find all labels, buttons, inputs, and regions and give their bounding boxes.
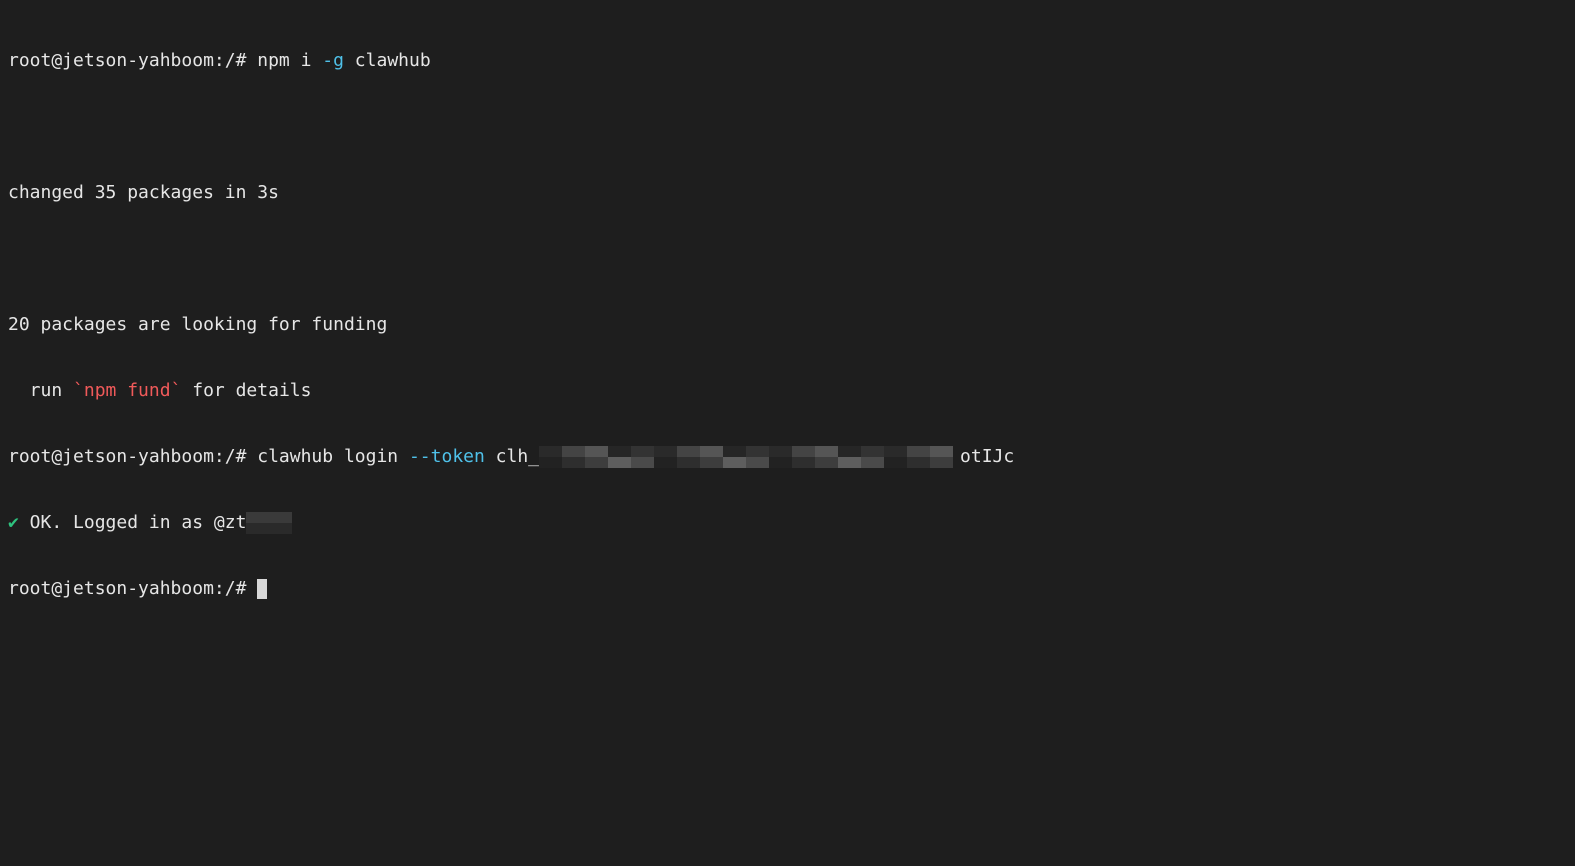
output-text: OK. Logged in as @zt — [18, 512, 247, 533]
mosaic-cell — [884, 446, 908, 457]
shell-prompt: root@jetson-yahboom:/# — [8, 50, 258, 71]
mosaic-cell — [815, 457, 839, 468]
command-text: npm i — [257, 50, 323, 71]
mosaic-cell — [269, 512, 293, 523]
shell-prompt: root@jetson-yahboom:/# — [8, 578, 258, 599]
output-text: changed 35 packages in 3s — [8, 182, 279, 203]
mosaic-cell — [907, 446, 931, 457]
command-text: clawhub login — [257, 446, 409, 467]
command-flag: -g — [322, 50, 344, 71]
mosaic-cell — [585, 457, 609, 468]
mosaic-cell — [700, 457, 724, 468]
mosaic-cell — [608, 446, 632, 457]
terminal-line-5: 20 packages are looking for funding — [8, 314, 1575, 336]
mosaic-cell — [769, 446, 793, 457]
command-arg: clawhub — [343, 50, 431, 71]
mosaic-cell — [930, 457, 954, 468]
redacted-token-mosaic — [539, 446, 960, 468]
mosaic-cell — [723, 457, 747, 468]
token-suffix: otIJc — [960, 446, 1015, 467]
mosaic-cell — [907, 457, 931, 468]
shell-prompt: root@jetson-yahboom:/# — [8, 446, 258, 467]
output-text: for details — [181, 380, 312, 401]
mosaic-cell — [746, 457, 770, 468]
mosaic-cell — [631, 457, 655, 468]
terminal-line-7: root@jetson-yahboom:/# clawhub login --t… — [8, 446, 1575, 468]
mosaic-cell — [654, 457, 678, 468]
output-text: 20 packages are looking for funding — [8, 314, 388, 335]
mosaic-cell — [746, 446, 770, 457]
mosaic-cell — [539, 457, 563, 468]
terminal-window[interactable]: root@jetson-yahboom:/# npm i -g clawhub … — [0, 0, 1575, 866]
token-prefix: clh_ — [484, 446, 540, 467]
mosaic-cell — [585, 446, 609, 457]
mosaic-cell — [723, 446, 747, 457]
terminal-line-8: ✔ OK. Logged in as @zt — [8, 512, 1575, 534]
mosaic-cell — [654, 446, 678, 457]
mosaic-cell — [838, 446, 862, 457]
mosaic-cell — [246, 512, 270, 523]
fund-command-highlight: `npm fund` — [73, 380, 182, 401]
mosaic-cell — [246, 523, 270, 534]
mosaic-cell — [539, 446, 563, 457]
redacted-username-mosaic — [246, 512, 293, 534]
terminal-line-9: root@jetson-yahboom:/# — [8, 578, 1575, 600]
terminal-line-6: run `npm fund` for details — [8, 380, 1575, 402]
output-text: run — [8, 380, 74, 401]
mosaic-cell — [792, 457, 816, 468]
check-icon: ✔ — [8, 512, 19, 533]
terminal-line-1: root@jetson-yahboom:/# npm i -g clawhub — [8, 50, 1575, 72]
mosaic-cell — [861, 457, 885, 468]
mosaic-cell — [562, 457, 586, 468]
mosaic-cell — [269, 523, 293, 534]
mosaic-cell — [861, 446, 885, 457]
command-flag: --token — [408, 446, 485, 467]
mosaic-cell — [792, 446, 816, 457]
mosaic-cell — [677, 457, 701, 468]
mosaic-cell — [562, 446, 586, 457]
mosaic-cell — [677, 446, 701, 457]
mosaic-cell — [930, 446, 954, 457]
mosaic-cell — [608, 457, 632, 468]
mosaic-cell — [838, 457, 862, 468]
mosaic-cell — [884, 457, 908, 468]
mosaic-cell — [700, 446, 724, 457]
text-cursor — [257, 579, 268, 599]
terminal-line-3: changed 35 packages in 3s — [8, 182, 1575, 204]
mosaic-cell — [631, 446, 655, 457]
mosaic-cell — [815, 446, 839, 457]
mosaic-cell — [769, 457, 793, 468]
